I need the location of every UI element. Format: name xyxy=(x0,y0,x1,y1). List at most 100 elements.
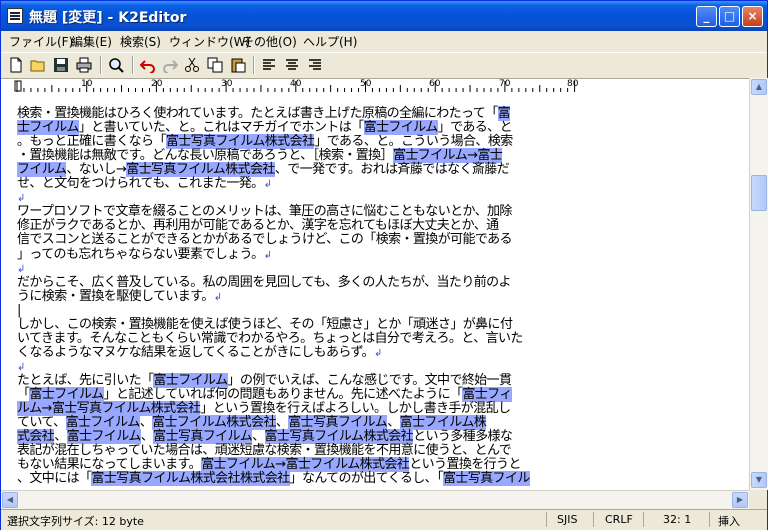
text-run: 、 xyxy=(140,429,154,445)
status-line-ending: CRLF xyxy=(605,513,633,526)
text-editor[interactable]: 検索・置換機能はひろく使われています。たとえば書き上げた原稿の全編にわたって「富… xyxy=(1,93,749,508)
vertical-scrollbar[interactable]: ▲ ▼ xyxy=(749,78,768,490)
highlighted-text: 富士フイルム株 xyxy=(399,415,487,431)
cut-icon[interactable] xyxy=(184,57,200,73)
scroll-left-button[interactable]: ◀ xyxy=(2,492,18,508)
status-divider xyxy=(709,512,710,527)
text-run: 」なんてのが出てくるし、「 xyxy=(289,471,444,487)
menu-window[interactable]: ウィンドウ(W) xyxy=(169,33,250,50)
editor-line[interactable]: だからこそ、広く普及している。私の周囲を見回しても、多くの人たちが、当たり前のよ xyxy=(17,275,512,290)
text-run: 、 xyxy=(275,415,289,431)
highlighted-text: 富士フイルム→富士フイルム株式会社 xyxy=(201,457,410,473)
editor-line[interactable]: しかし、この検索・置換機能を使えば使うほど、その「短慮さ」とか「頑迷さ」が鼻に付 xyxy=(17,316,513,332)
redo-icon[interactable] xyxy=(162,57,178,73)
open-folder-icon[interactable] xyxy=(30,57,46,73)
scroll-down-button[interactable]: ▼ xyxy=(751,472,767,488)
editor-line[interactable]: 。もっと正確に書くなら「富士写真フイルム株式会社」である、と。こういう場合、検索 xyxy=(17,134,513,150)
editor-line[interactable]: ↲ xyxy=(17,360,25,374)
text-run: | xyxy=(17,302,21,318)
editor-line[interactable]: ワープロソフトで文章を綴ることのメリットは、筆圧の高さに悩むこともないとか、加除 xyxy=(17,205,512,219)
highlighted-text: 富士写真フイルム株式会社 xyxy=(165,134,315,150)
scroll-right-button[interactable]: ▶ xyxy=(732,492,748,508)
text-run: 、文中には「 xyxy=(17,471,92,487)
minimize-button[interactable]: _ xyxy=(696,6,717,27)
highlighted-text: 富士フイルム xyxy=(29,387,104,402)
text-run: 」と書いていた、と。これはマチガイでホントは「 xyxy=(78,120,364,136)
text-run: ワープロソフトで文章を綴ることのメリットは、筆圧の高さに悩むこともないとか、加除 xyxy=(17,204,512,220)
ruler-mark: 80 xyxy=(567,79,579,89)
editor-line[interactable]: | xyxy=(17,302,21,318)
scroll-up-button[interactable]: ▲ xyxy=(751,79,767,95)
save-icon[interactable] xyxy=(53,57,69,73)
status-selection-size: 選択文字列サイズ: 12 byte xyxy=(7,515,144,528)
text-run: くなるようなマヌケな結果を返してくることがきにしもあらず。 xyxy=(17,344,375,360)
editor-line[interactable]: 、文中には「富士写真フイルム株式会社株式会社」なんてのが出てくるし、「富士写真フ… xyxy=(17,471,530,487)
text-run: しかし、この検索・置換機能を使えば使うほど、その「短慮さ」とか「頑迷さ」が鼻に付 xyxy=(17,316,513,332)
editor-line[interactable]: ↲ xyxy=(17,262,25,276)
highlighted-text: 士フイルム xyxy=(17,120,79,136)
editor-line[interactable]: ルム→富士写真フイルム株式会社」という置換を行えばよろしい。しかし書き手が混乱し xyxy=(17,401,511,417)
maximize-button[interactable]: □ xyxy=(719,6,740,27)
text-run: という置換を行うと xyxy=(409,457,521,473)
text-run: 」である、と xyxy=(437,120,513,136)
text-run: 「 xyxy=(17,387,30,402)
toolbar-separator xyxy=(100,56,102,74)
close-button[interactable]: × xyxy=(742,6,763,27)
app-icon[interactable] xyxy=(7,8,23,24)
highlighted-text: 式会社 xyxy=(17,429,55,445)
highlighted-text: 富士フイルム xyxy=(153,372,228,388)
ruler-mark: 40 xyxy=(290,79,302,89)
status-cursor-position: 32: 1 xyxy=(663,513,692,526)
vertical-scroll-thumb[interactable] xyxy=(751,175,767,211)
highlighted-text: ルム→富士写真フイルム株式会社 xyxy=(17,401,201,417)
text-run: 」と記述していれば何の問題もありません。先に述べたように「 xyxy=(103,387,463,402)
find-icon[interactable] xyxy=(108,57,124,73)
text-run: 信でスコンと送ることができるとかがあるでしょうけど、この「検索・置換が可能である xyxy=(17,232,513,248)
align-center-icon[interactable] xyxy=(284,57,300,73)
menu-other[interactable]: その他(O) xyxy=(242,33,297,50)
editor-line[interactable]: 修正がラクであるとか、再利用が可能であるとか、漢字を忘れてもほぼ大丈夫とか、通 xyxy=(17,219,499,233)
text-run: 、 xyxy=(54,429,67,445)
editor-line[interactable]: たとえば、先に引いた「富士フイルム」の例でいえば、こんな感じです。文中で終始一貫 xyxy=(17,372,513,388)
menu-file[interactable]: ファイル(F) xyxy=(9,33,73,50)
title-bar[interactable]: 無題 [変更] - K2Editor _ □ × xyxy=(1,1,767,31)
editor-line[interactable]: うに検索・置換を駆使しています。↲ xyxy=(17,289,222,304)
highlighted-text: 富士写真フイルム株式会社 xyxy=(264,429,414,445)
editor-line[interactable]: 信でスコンと送ることができるとかがあるでしょうけど、この「検索・置換が可能である xyxy=(17,232,513,248)
editor-line[interactable]: フイルム、ないし→富士写真フイルム株式会社、で一発です。おれは斉藤ではなく斎藤だ xyxy=(17,162,510,178)
ruler-mark: 30 xyxy=(221,79,233,89)
editor-line[interactable]: 」ってのも忘れちゃならない要素でしょう。↲ xyxy=(17,247,272,262)
highlighted-text: 富士写真フイルム xyxy=(153,429,253,445)
text-run: 、 xyxy=(252,429,265,445)
highlighted-text: 富士フイルム xyxy=(363,120,438,136)
menu-edit[interactable]: 編集(E) xyxy=(71,33,112,50)
horizontal-scrollbar[interactable]: ◀ ▶ xyxy=(1,490,749,509)
editor-line[interactable]: くなるようなマヌケな結果を返してくることがきにしもあらず。↲ xyxy=(17,344,382,360)
align-right-icon[interactable] xyxy=(307,57,323,73)
menu-search[interactable]: 検索(S) xyxy=(120,33,161,50)
copy-icon[interactable] xyxy=(207,57,223,73)
editor-line[interactable]: いてきます。そんなこともくらい常識でわかるやろ。ちょっとは自分で考えろ。と、言い… xyxy=(17,331,523,346)
highlighted-text: 富士フィ xyxy=(462,387,512,402)
text-run: たとえば、先に引いた「 xyxy=(17,372,154,388)
editor-line[interactable]: 「富士フイルム」と記述していれば何の問題もありません。先に述べたように「富士フィ xyxy=(17,387,512,402)
editor-line[interactable]: 士フイルム」と書いていた、と。これはマチガイでホントは「富士フイルム」である、と xyxy=(17,120,513,136)
undo-icon[interactable] xyxy=(140,57,156,73)
highlighted-text: フイルム xyxy=(17,162,67,178)
text-run: 」の例でいえば、こんな感じです。文中で終始一貫 xyxy=(227,372,513,388)
new-file-icon[interactable] xyxy=(8,57,24,73)
editor-line[interactable]: 検索・置換機能はひろく使われています。たとえば書き上げた原稿の全編にわたって「富 xyxy=(17,106,511,121)
status-divider xyxy=(593,512,594,527)
paste-icon[interactable] xyxy=(230,57,246,73)
window-title: 無題 [変更] - K2Editor xyxy=(29,10,187,26)
menu-help[interactable]: ヘルプ(H) xyxy=(303,33,357,50)
text-run: 、で一発です。おれは斉藤ではなく斎藤だ xyxy=(274,162,510,178)
print-icon[interactable] xyxy=(76,57,92,73)
highlighted-text: 富士写真フイルム株式会社 xyxy=(126,162,275,178)
ruler-mark: 60 xyxy=(429,79,441,89)
editor-line[interactable]: ていて、富士フイルム、富士フイルム株式会社、富士写真フイルム、富士フイルム株 xyxy=(17,415,487,431)
align-left-icon[interactable] xyxy=(261,57,277,73)
menu-bar: ファイル(F) 編集(E) 検索(S) ウィンドウ(W) その他(O) ヘルプ(… xyxy=(1,31,767,51)
status-divider xyxy=(546,512,547,527)
editor-line[interactable]: せ、と文句をつけられても、これまた一発。↲ xyxy=(17,177,272,191)
